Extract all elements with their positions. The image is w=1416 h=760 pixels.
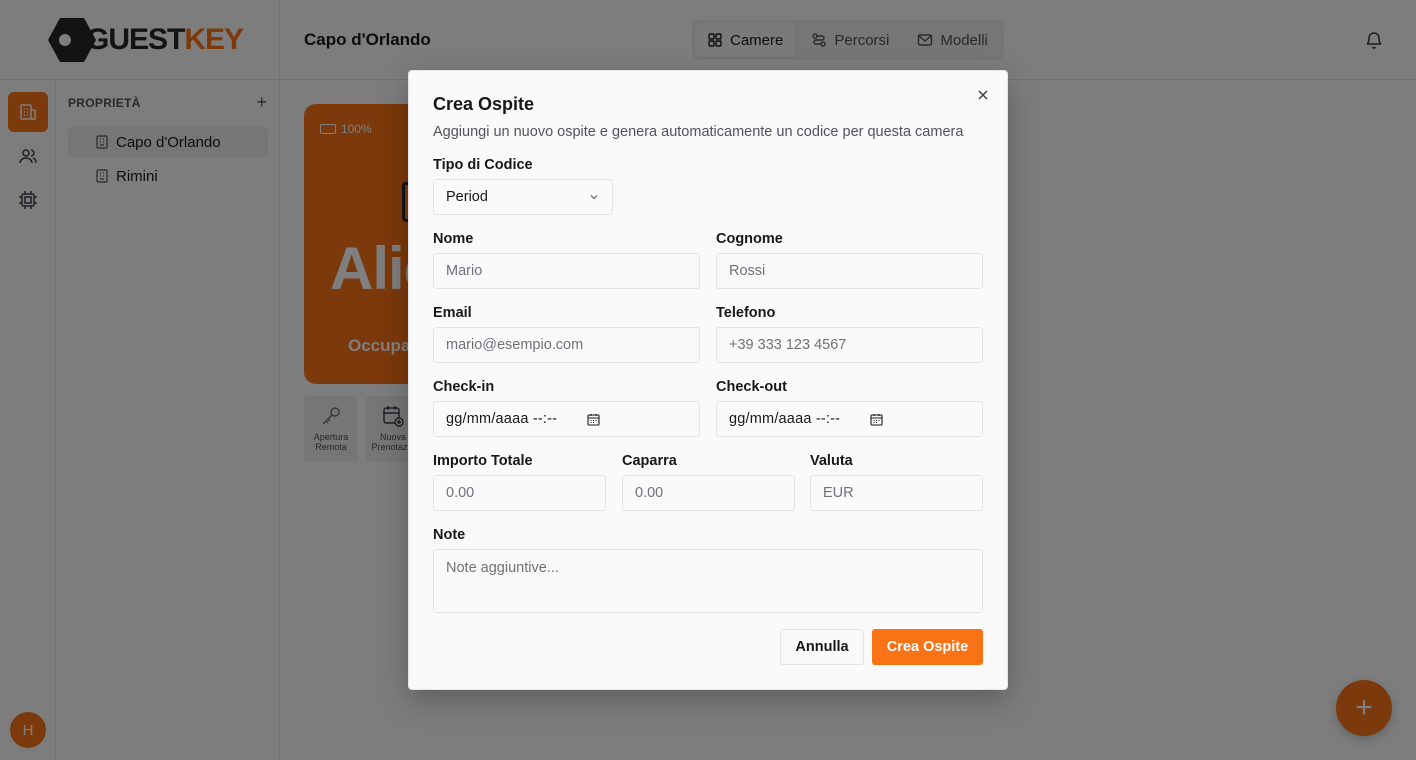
phone-label: Telefono [716,305,776,321]
total-label: Importo Totale [433,453,533,469]
code-type-value: Period [446,189,488,205]
checkin-datetime-input[interactable]: gg/mm/aaaa --:-- [433,401,700,437]
close-icon[interactable] [975,87,991,103]
deposit-input[interactable]: 0.00 [622,475,795,511]
deposit-label: Caparra [622,453,677,469]
create-guest-dialog: Crea Ospite Aggiungi un nuovo ospite e g… [408,70,1008,690]
checkout-datetime-input[interactable]: gg/mm/aaaa --:-- [716,401,983,437]
currency-input[interactable]: EUR [810,475,983,511]
calendar-icon[interactable] [870,413,883,426]
notes-textarea[interactable]: Note aggiuntive... [433,549,983,613]
dialog-title: Crea Ospite [433,94,535,114]
notes-label: Note [433,527,466,543]
code-type-select[interactable]: Period [433,179,613,215]
first-name-input[interactable]: Mario [433,253,700,289]
email-input[interactable]: mario@esempio.com [433,327,700,363]
checkout-value: gg/mm/aaaa --:-- [729,411,841,427]
create-guest-button[interactable]: Crea Ospite [872,629,983,665]
dialog-description: Aggiungi un nuovo ospite e genera automa… [433,124,964,140]
chevron-down-icon [590,195,598,200]
total-amount-input[interactable]: 0.00 [433,475,606,511]
checkout-label: Check-out [716,379,787,395]
currency-label: Valuta [810,453,853,469]
checkin-label: Check-in [433,379,495,395]
checkin-value: gg/mm/aaaa --:-- [446,411,558,427]
cancel-button[interactable]: Annulla [780,629,864,665]
email-label: Email [433,305,472,321]
last-name-input[interactable]: Rossi [716,253,983,289]
calendar-icon[interactable] [587,413,600,426]
phone-input[interactable]: +39 333 123 4567 [716,327,983,363]
first-name-label: Nome [433,231,474,247]
last-name-label: Cognome [716,231,783,247]
code-type-label: Tipo di Codice [433,157,533,173]
